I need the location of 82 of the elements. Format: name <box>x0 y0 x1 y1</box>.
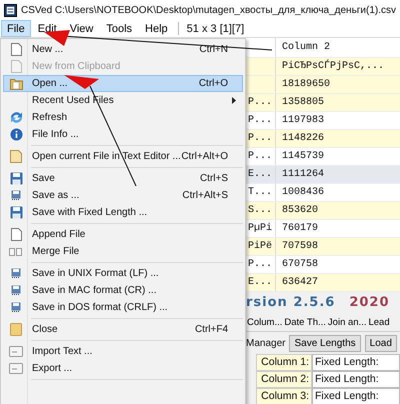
tab[interactable]: Date Th... <box>283 316 327 328</box>
menu-entry[interactable]: Save as ... Ctrl+Alt+S <box>3 187 243 204</box>
document-icon <box>10 60 22 73</box>
table-row[interactable]: S... 853620 <box>246 202 400 220</box>
table-row[interactable]: E... 1111264 <box>246 166 400 184</box>
table-cell-text: 760179 <box>281 223 318 234</box>
table-cell: T... <box>246 184 276 201</box>
menu-entry[interactable]: Save with Fixed Length ... <box>3 204 243 221</box>
table-cell-text: 1111264 <box>281 169 324 180</box>
table-cell-text: 707598 <box>281 241 318 252</box>
table-cell: E... <box>246 166 276 183</box>
fixed-length-field[interactable]: Fixed Length: <box>312 354 400 371</box>
year-text: 2020 <box>349 295 390 310</box>
table-cell-text: PiCЂPsCЃPjPsC,... <box>281 61 384 72</box>
menu-item[interactable]: Edit <box>32 20 63 37</box>
menu-entry[interactable]: Import Text ... <box>3 343 243 360</box>
table-cell-text: 1148226 <box>281 133 324 144</box>
window-title: CSVed C:\Users\NOTEBOOK\Desktop\mutagen_хвосты_для_ключа_деньги(1).csv <box>21 4 396 16</box>
document-icon <box>10 228 22 241</box>
menu-entry[interactable]: Refresh <box>3 109 243 126</box>
column-header[interactable]: Column 2 <box>276 42 330 53</box>
table-cell-text: 1358805 <box>281 97 324 108</box>
table-cell: P... <box>246 112 276 129</box>
menu-entry[interactable]: Append File <box>3 226 243 243</box>
tab[interactable]: Lead <box>367 316 391 328</box>
menu-entry[interactable]: Merge File <box>3 243 243 260</box>
table-cell-text: 670758 <box>281 259 318 270</box>
menu-entry[interactable]: Save in MAC format (CR) ... <box>3 282 243 299</box>
menu-entry[interactable]: Open ... Ctrl+O <box>3 75 243 92</box>
tab[interactable]: Colum... <box>246 316 284 328</box>
menu-item[interactable]: View <box>64 20 100 37</box>
card-icon <box>9 363 23 374</box>
table-row[interactable]: PiCЂPsCЃPjPsC,... <box>246 58 400 76</box>
table-cell-text: 1008436 <box>281 187 324 198</box>
table-cell: PµPi <box>246 220 276 237</box>
manager-label: Manager <box>246 338 286 349</box>
table-cell: S... <box>246 202 276 219</box>
column-label: Column 1: <box>256 354 312 371</box>
table-row[interactable]: E... 636427 <box>246 274 400 292</box>
column-label: Column 2: <box>256 370 312 388</box>
version-text: rsion 2.5.6 <box>246 295 336 310</box>
folder-icon <box>10 323 22 336</box>
table-row[interactable]: 18189650 <box>246 76 400 94</box>
toolbar-button[interactable]: Save Lengths <box>289 334 361 352</box>
table-cell: P... <box>246 148 276 165</box>
menu-item[interactable]: Help <box>139 20 174 37</box>
card-icon <box>9 346 23 357</box>
menu-entry[interactable]: File Info ... <box>3 126 243 143</box>
table-cell-text: 18189650 <box>281 79 330 90</box>
table-cell: P... <box>246 130 276 147</box>
table-row[interactable]: PiPё 707598 <box>246 238 400 256</box>
table-cell: E... <box>246 274 276 291</box>
table-cell: PiPё <box>246 238 276 255</box>
menu-entry[interactable]: Save in UNIX Format (LF) ... <box>3 265 243 282</box>
menu-entry[interactable]: Export ... <box>3 360 243 377</box>
table-cell-text: 1145739 <box>281 151 324 162</box>
documents-icon <box>9 246 23 256</box>
tab[interactable]: Join an... <box>326 316 368 328</box>
menu-entry[interactable]: Open current File in Text Editor ...Ctrl+Alt+O <box>3 148 243 165</box>
app-icon <box>4 4 17 16</box>
grid-size-label: 51 x 3 [1][7] <box>186 22 244 34</box>
table-cell-text: 1197983 <box>281 115 324 126</box>
info-icon <box>10 128 22 141</box>
fixed-length-field[interactable]: Fixed Length: <box>312 370 400 388</box>
table-cell-text: 853620 <box>281 205 318 216</box>
refresh-icon <box>10 111 22 124</box>
menu-entry[interactable]: Save in DOS format (CRLF) ... <box>3 299 243 316</box>
menu-item[interactable]: Tools <box>100 20 138 37</box>
table-cell-text: 636427 <box>281 277 318 288</box>
toolbar-button[interactable]: Load <box>364 334 397 352</box>
table-row[interactable]: P... 1358805 <box>246 94 400 112</box>
table-row[interactable]: P... 1148226 <box>246 130 400 148</box>
table-cell: P... <box>246 256 276 273</box>
menu-entry[interactable]: Close Ctrl+F4 <box>3 321 243 338</box>
table-cell: P... <box>246 94 276 111</box>
menu-item[interactable]: File <box>1 20 31 37</box>
menu-entry[interactable]: Save Ctrl+S <box>3 170 243 187</box>
column-label: Column 3: <box>256 388 312 404</box>
fixed-length-field[interactable]: Fixed Length: <box>312 388 400 404</box>
document-icon <box>10 43 22 56</box>
document-icon <box>10 150 22 163</box>
folder-icon <box>10 78 22 90</box>
